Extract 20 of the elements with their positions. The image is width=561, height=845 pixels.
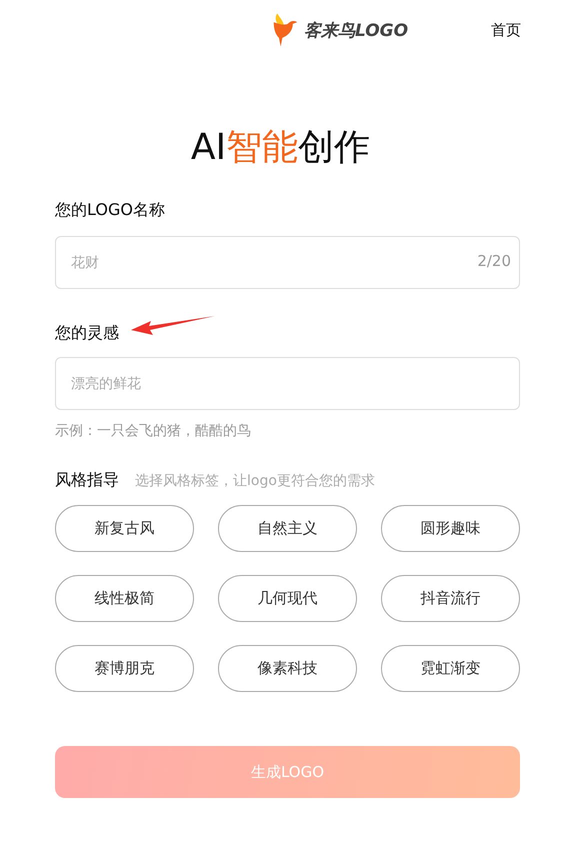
brand-name: 客来鸟LOGO <box>304 20 408 42</box>
style-hint: 选择风格标签，让logo更符合您的需求 <box>135 472 375 490</box>
style-tag[interactable]: 抖音流行 <box>381 575 520 622</box>
style-tag[interactable]: 线性极简 <box>55 575 194 622</box>
style-tag[interactable]: 像素科技 <box>218 645 357 692</box>
page-title: AI智能创作 <box>190 126 372 170</box>
bird-logo-icon <box>272 11 298 49</box>
style-tag[interactable]: 几何现代 <box>218 575 357 622</box>
home-link[interactable]: 首页 <box>491 20 521 40</box>
field-label: 您的LOGO名称 <box>55 199 166 221</box>
style-tag[interactable]: 自然主义 <box>218 505 357 552</box>
field-label: 您的灵感 <box>55 322 119 344</box>
style-tag[interactable]: 圆形趣味 <box>381 505 520 552</box>
style-tag[interactable]: 新复古风 <box>55 505 194 552</box>
field-label: 风格指导 <box>55 470 119 491</box>
example-hint: 示例：一只会飞的猪，酷酷的鸟 <box>55 422 252 440</box>
input-field[interactable]: 漂亮的鲜花 <box>55 357 520 410</box>
character-counter: 2/20 <box>477 252 511 270</box>
style-tag[interactable]: 霓虹渐变 <box>381 645 520 692</box>
style-tag[interactable]: 赛博朋克 <box>55 645 194 692</box>
